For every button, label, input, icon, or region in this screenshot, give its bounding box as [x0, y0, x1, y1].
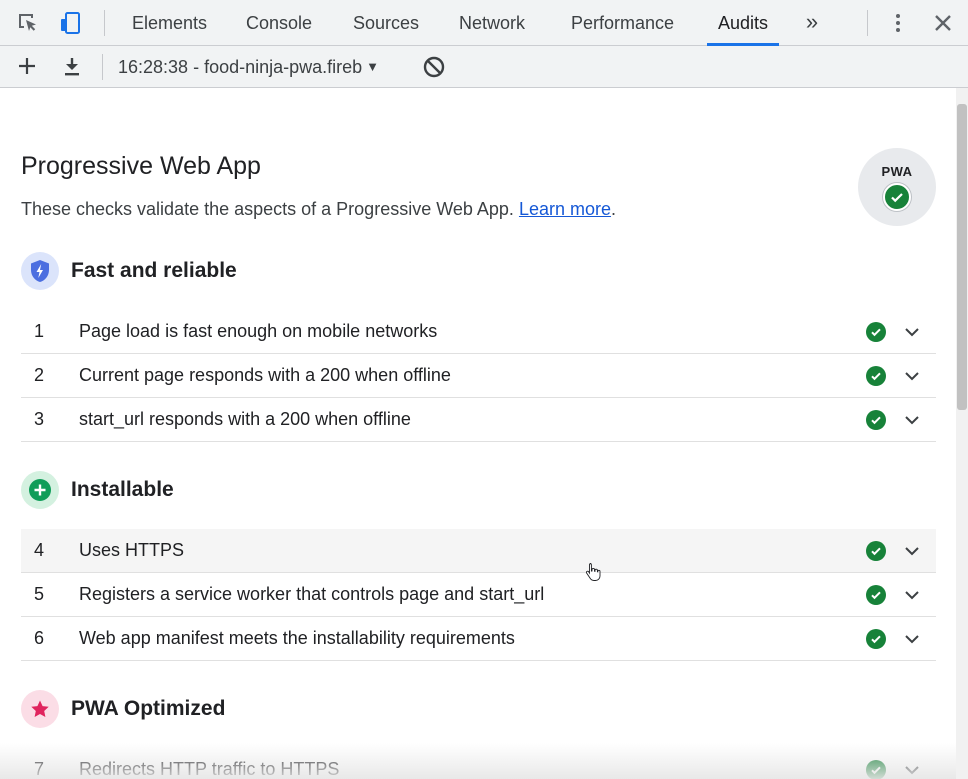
pass-check-icon — [866, 321, 886, 342]
audit-row[interactable]: 3 start_url responds with a 200 when off… — [21, 398, 936, 442]
group-installable: Installable — [21, 470, 174, 510]
toolbar-divider — [102, 54, 103, 80]
shield-bolt-icon — [21, 252, 59, 290]
tab-performance[interactable]: Performance — [561, 0, 684, 46]
audit-number: 1 — [34, 321, 45, 341]
group-pwa-optimized: PWA Optimized — [21, 689, 225, 729]
audit-number: 6 — [34, 628, 45, 648]
tab-elements[interactable]: Elements — [122, 0, 217, 46]
audit-number: 3 — [34, 409, 45, 429]
hand-cursor-icon — [585, 563, 601, 581]
report-select-label: 16:28:38 - food-ninja-pwa.fireb — [118, 57, 363, 77]
pass-check-icon — [866, 628, 886, 649]
audit-title: Redirects HTTP traffic to HTTPS — [79, 759, 340, 779]
audit-title: Page load is fast enough on mobile netwo… — [79, 321, 438, 341]
audit-row[interactable]: 2 Current page responds with a 200 when … — [21, 354, 936, 398]
audits-toolbar: 16:28:38 - food-ninja-pwa.fireb ▼ — [0, 46, 968, 88]
chevron-down-icon[interactable] — [902, 760, 922, 779]
new-audit-icon[interactable] — [13, 52, 41, 80]
tab-sources[interactable]: Sources — [343, 0, 429, 46]
download-report-icon[interactable] — [58, 52, 86, 80]
audit-row[interactable]: 1 Page load is fast enough on mobile net… — [21, 310, 936, 354]
audit-row[interactable]: 7 Redirects HTTP traffic to HTTPS — [21, 748, 936, 779]
group-title: PWA Optimized — [71, 697, 226, 720]
chevron-down-icon[interactable] — [902, 322, 922, 342]
report-content: Progressive Web App These checks validat… — [0, 88, 956, 779]
dropdown-caret-icon: ▼ — [366, 59, 380, 74]
devtools-tabbar: Elements Console Sources Network Perform… — [0, 0, 968, 46]
learn-more-link[interactable]: Learn more — [519, 199, 611, 219]
audit-title: start_url responds with a 200 when offli… — [79, 409, 411, 429]
chevron-down-icon[interactable] — [902, 410, 922, 430]
plus-circle-icon — [21, 471, 59, 509]
group-title: Fast and reliable — [71, 259, 237, 282]
category-description: These checks validate the aspects of a P… — [21, 199, 616, 220]
audit-row[interactable]: 4 Uses HTTPS — [21, 529, 936, 573]
chevron-down-icon[interactable] — [902, 629, 922, 649]
audit-number: 4 — [34, 540, 45, 560]
tab-audits[interactable]: Audits — [707, 0, 780, 46]
device-toolbar-icon[interactable] — [56, 9, 84, 37]
clear-reports-icon[interactable] — [420, 53, 448, 81]
kebab-menu-icon[interactable] — [884, 9, 912, 37]
group-title: Installable — [71, 478, 174, 501]
audit-title: Web app manifest meets the installabilit… — [79, 628, 515, 648]
chevron-down-icon[interactable] — [902, 541, 922, 561]
description-end: . — [611, 199, 617, 219]
toolbar-divider — [867, 10, 868, 36]
category-title: Progressive Web App — [21, 152, 261, 180]
pass-check-icon — [866, 365, 886, 386]
report-select[interactable]: 16:28:38 - food-ninja-pwa.fireb ▼ — [118, 54, 379, 80]
chevron-down-icon[interactable] — [902, 585, 922, 605]
more-tabs-button[interactable]: » — [800, 0, 824, 46]
toolbar-divider — [104, 10, 105, 36]
chevron-down-icon[interactable] — [902, 366, 922, 386]
audit-title: Registers a service worker that controls… — [79, 584, 545, 604]
inspect-element-icon[interactable] — [14, 9, 42, 37]
audit-number: 2 — [34, 365, 45, 385]
scrollbar-thumb[interactable] — [957, 104, 967, 410]
group-fast-and-reliable: Fast and reliable — [21, 251, 237, 291]
star-icon — [21, 690, 59, 728]
audit-number: 7 — [34, 759, 45, 779]
pass-check-icon — [866, 759, 886, 779]
tab-network[interactable]: Network — [449, 0, 535, 46]
description-text: These checks validate the aspects of a P… — [21, 199, 514, 219]
audit-number: 5 — [34, 584, 45, 604]
pass-check-icon — [866, 540, 886, 561]
pass-check-icon — [866, 584, 886, 605]
audit-title: Current page responds with a 200 when of… — [79, 365, 451, 385]
tab-console[interactable]: Console — [236, 0, 322, 46]
audit-title: Uses HTTPS — [79, 540, 185, 560]
pwa-badge: PWA — [858, 148, 936, 226]
checkmark-icon — [883, 182, 911, 211]
pwa-badge-text: PWA — [881, 163, 913, 179]
pass-check-icon — [866, 409, 886, 430]
audit-row[interactable]: 6 Web app manifest meets the installabil… — [21, 617, 936, 661]
close-icon[interactable] — [929, 9, 957, 37]
audit-row[interactable]: 5 Registers a service worker that contro… — [21, 573, 936, 617]
